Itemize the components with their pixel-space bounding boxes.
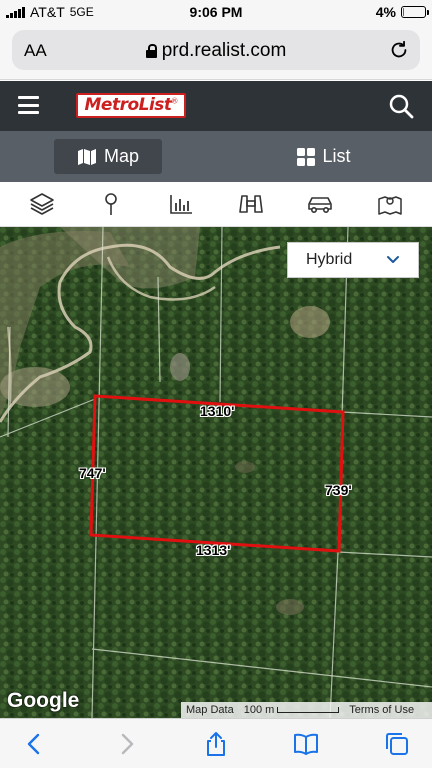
satellite-map[interactable]: Hybrid 1310' 747' 739' 1313' Google Map … (0, 227, 432, 718)
view-toggle: Map List (0, 131, 432, 182)
satellite-imagery (0, 227, 432, 718)
map-attribution: Map Data 100 m Terms of Use (181, 702, 432, 718)
battery-status: 4% (375, 4, 429, 20)
car-icon[interactable] (307, 192, 333, 216)
battery-icon (401, 6, 429, 18)
layers-icon[interactable] (29, 192, 55, 216)
metrolist-logo[interactable]: MetroList® (76, 93, 186, 118)
tab-map-label: Map (103, 146, 139, 166)
status-bar: AT&T 5GE 9:06 PM 4% (0, 0, 432, 24)
dimension-bottom-label: 1313' (196, 542, 231, 558)
url-display[interactable]: prd.realist.com (12, 40, 420, 62)
map-type-select[interactable]: Hybrid (287, 242, 419, 278)
dimension-right-label: 739' (325, 482, 352, 498)
map-icon (77, 148, 96, 165)
bookmarks-icon[interactable] (293, 731, 319, 757)
tab-list[interactable]: List (270, 139, 378, 174)
address-bar[interactable]: AA prd.realist.com (12, 30, 420, 70)
logo-registered-mark: ® (171, 96, 178, 106)
scale-indicator: 100 m (239, 704, 345, 716)
map-data-link[interactable]: Map Data (181, 704, 239, 716)
app-header: MetroList® (0, 81, 432, 131)
map-toolbar (0, 182, 432, 227)
dimension-left-label: 747' (79, 465, 106, 481)
google-logo: Google (7, 689, 80, 712)
map-type-value: Hybrid (306, 251, 353, 268)
search-icon[interactable] (388, 93, 414, 119)
tab-list-label: List (322, 146, 351, 166)
status-time: 9:06 PM (189, 4, 243, 20)
dimension-top-label: 1310' (200, 403, 235, 419)
bar-chart-icon[interactable] (168, 192, 194, 216)
share-icon[interactable] (203, 731, 229, 757)
battery-percent: 4% (375, 4, 396, 20)
hamburger-menu-icon[interactable] (18, 96, 39, 114)
back-icon[interactable] (22, 731, 48, 757)
reload-icon[interactable] (388, 39, 410, 61)
scale-bar (277, 707, 340, 714)
browser-address-area: AA prd.realist.com (0, 24, 432, 80)
terms-link[interactable]: Terms of Use (344, 704, 419, 716)
forward-icon[interactable] (113, 731, 139, 757)
map-pin-icon[interactable] (98, 192, 124, 216)
lock-icon (145, 44, 157, 58)
tabs-icon[interactable] (384, 731, 410, 757)
tab-map[interactable]: Map (54, 139, 162, 174)
scale-label: 100 m (243, 704, 275, 716)
grid-icon (297, 147, 316, 166)
map-location-icon[interactable] (377, 192, 403, 216)
chevron-down-icon (387, 256, 399, 263)
logo-text: MetroList (84, 95, 173, 115)
binoculars-icon[interactable] (238, 192, 264, 216)
url-text: prd.realist.com (161, 40, 287, 61)
browser-bottom-toolbar (0, 718, 432, 768)
